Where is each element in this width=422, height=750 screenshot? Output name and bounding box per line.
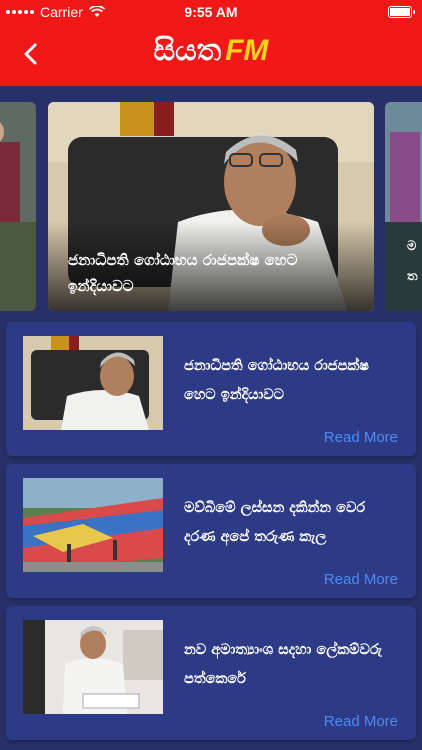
news-thumbnail (23, 620, 163, 714)
news-title: නව අමාත්‍යාංශ සදහා ලේකම්වරු පත්කෙරේ (184, 642, 383, 687)
carousel-caption: ජනාධිපති ගෝඨාභය රාජපක්ෂ හෙට ඉන්දියාවට (68, 251, 298, 295)
read-more-link[interactable]: Read More (324, 713, 398, 730)
news-card[interactable]: නව අමාත්‍යාංශ සදහා ලේකම්වරු පත්කෙරේ Read… (6, 606, 416, 740)
battery-icon (388, 6, 415, 18)
nav-bar: සියත FM (0, 24, 422, 86)
read-more-link[interactable]: Read More (324, 429, 398, 446)
news-thumbnail (23, 478, 163, 572)
logo-fm: FM (225, 34, 269, 67)
news-title: ජනාධිපති ගෝඨාභය රාජපක්ෂ හෙට ඉන්දියාවට (184, 358, 369, 403)
status-bar: Carrier 9:55 AM (0, 0, 422, 24)
app-logo: සියත FM (0, 34, 422, 68)
carousel-slide-next[interactable]: ම ත (385, 102, 422, 311)
carousel-slide-previous[interactable] (0, 102, 36, 311)
read-more-link[interactable]: Read More (324, 571, 398, 588)
news-card[interactable]: ජනාධිපති ගෝඨාභය රාජපක්ෂ හෙට ඉන්දියාවට Re… (6, 322, 416, 456)
logo-text: සියත (153, 34, 222, 67)
news-thumbnail (23, 336, 163, 430)
featured-carousel[interactable]: ජනාධිපති ගෝඨාභය රාජපක්ෂ හෙට ඉන්දියාවට ම … (0, 86, 422, 322)
news-title: මව්බිමේ ලස්සන දකින්න වෙර දරණ අපේ තරුණ කැ… (184, 500, 366, 545)
news-card[interactable]: මව්බිමේ ලස්සන දකින්න වෙර දරණ අපේ තරුණ කැ… (6, 464, 416, 598)
clock: 9:55 AM (184, 4, 238, 20)
slide-image (0, 102, 36, 311)
carousel-slide-active[interactable]: ජනාධිපති ගෝඨාභය රාජපක්ෂ හෙට ඉන්දියාවට (48, 102, 374, 311)
carousel-caption-peek: ම ත (407, 239, 418, 284)
